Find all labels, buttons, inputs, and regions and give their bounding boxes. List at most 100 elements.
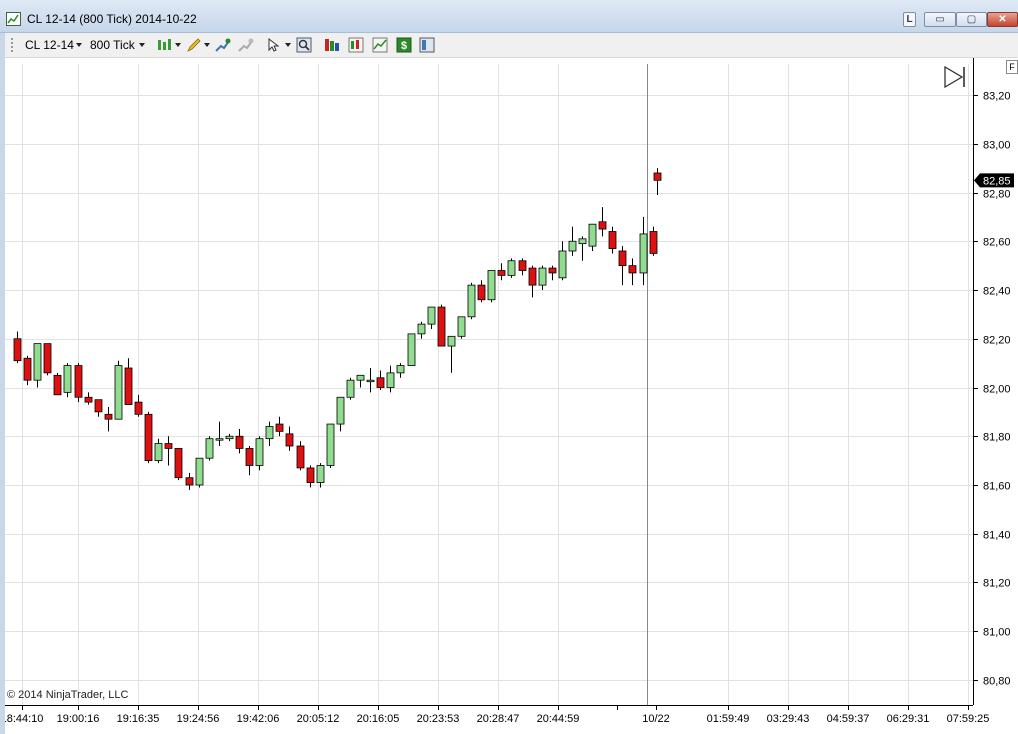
candle-body	[74, 365, 83, 398]
toolbar-grip-icon	[11, 38, 13, 52]
candle-body	[33, 343, 42, 381]
candle	[195, 457, 204, 488]
order-icon[interactable]: $	[396, 37, 412, 53]
x-tick-label: 01:59:49	[707, 713, 750, 725]
candle-body	[437, 306, 446, 347]
candle	[518, 258, 527, 276]
candle	[487, 270, 496, 303]
candle	[628, 258, 637, 286]
candlestick-style-icon[interactable]	[157, 37, 173, 53]
candle	[255, 436, 264, 471]
candle	[618, 246, 627, 286]
cursor-icon[interactable]	[266, 37, 282, 53]
remove-indicator-icon[interactable]	[238, 37, 254, 53]
x-tick-label: 06:29:31	[887, 713, 930, 725]
strategies-icon[interactable]	[324, 37, 340, 53]
add-indicator-icon[interactable]	[215, 37, 231, 53]
candle	[477, 280, 486, 303]
data-box-icon[interactable]	[372, 37, 388, 53]
y-tick-label: 81,60	[983, 481, 1011, 493]
candle-body	[164, 443, 173, 449]
candle-body	[618, 250, 627, 267]
candle	[265, 421, 274, 446]
close-button[interactable]: ✕	[987, 12, 1018, 27]
candle-body	[285, 433, 294, 447]
candle-body	[185, 477, 194, 486]
chart-properties-icon[interactable]	[348, 37, 364, 53]
chart-toolbar: CL 12-14 800 Tick $	[0, 33, 1018, 58]
candle	[104, 407, 113, 432]
candle	[174, 448, 183, 481]
x-tick-label: 10/22	[642, 713, 670, 725]
candle-body	[457, 316, 466, 337]
candle-body	[326, 423, 335, 466]
candle	[33, 343, 42, 388]
instrument-dropdown-icon[interactable]	[76, 43, 82, 47]
drawing-dropdown-icon[interactable]	[204, 43, 210, 47]
candle	[568, 226, 577, 256]
candle-body	[568, 240, 577, 252]
candle-body	[598, 221, 607, 230]
candle-body	[225, 435, 234, 440]
candle	[457, 316, 466, 339]
window-title: CL 12-14 (800 Tick) 2014-10-22	[27, 12, 197, 26]
side-panel-tab[interactable]: F	[1006, 60, 1018, 74]
x-tick-label: 18:44:10	[1, 713, 44, 725]
candlestick-series	[13, 168, 662, 490]
candle	[296, 441, 305, 471]
pencil-drawing-icon[interactable]	[186, 37, 202, 53]
x-tick-label: 20:16:05	[357, 713, 400, 725]
candle-body	[653, 172, 662, 181]
zoom-icon[interactable]	[296, 37, 312, 53]
candle-body	[154, 443, 163, 462]
candle-body	[23, 357, 32, 381]
candle-body	[63, 365, 72, 393]
candle-body	[265, 426, 274, 440]
price-chart[interactable]: 83,20 83,00 82,80 82,60 82,40 82,20 82,00 81,80…	[0, 58, 1018, 734]
candle	[326, 423, 335, 468]
minimize-button[interactable]: ▭	[924, 12, 956, 27]
cursor-dropdown-icon[interactable]	[285, 43, 291, 47]
chart-grid	[5, 64, 973, 705]
panel-icon[interactable]	[419, 37, 435, 53]
candle-body	[245, 448, 254, 466]
interval-dropdown-icon[interactable]	[139, 43, 145, 47]
candle-body	[608, 231, 617, 249]
candle-body	[376, 377, 385, 388]
chart-app-icon	[6, 12, 21, 26]
y-tick-label: 82,40	[983, 286, 1011, 298]
candle	[598, 207, 607, 237]
maximize-button[interactable]: ▢	[956, 12, 987, 27]
candle	[467, 282, 476, 320]
y-tick-label: 83,20	[983, 91, 1011, 103]
y-tick-label: 81,80	[983, 432, 1011, 444]
candle	[427, 306, 436, 329]
candle-body	[548, 267, 557, 274]
candle-body	[487, 270, 496, 301]
x-tick-label: 19:24:56	[177, 713, 220, 725]
candle	[653, 168, 662, 195]
scroll-to-end-icon[interactable]	[944, 65, 965, 89]
link-button[interactable]: L	[903, 12, 916, 27]
candle-body	[538, 267, 547, 286]
title-bar[interactable]: CL 12-14 (800 Tick) 2014-10-22 L ▭ ▢ ✕	[0, 0, 1018, 33]
interval-selector[interactable]: 800 Tick	[90, 38, 135, 52]
instrument-selector[interactable]: CL 12-14	[25, 38, 74, 52]
candle-body	[497, 270, 506, 276]
candle-body	[296, 445, 305, 469]
y-tick-label: 81,20	[983, 578, 1011, 590]
candle-body	[235, 435, 244, 449]
candle-body	[275, 423, 284, 432]
candle-body	[255, 438, 264, 466]
style-dropdown-icon[interactable]	[175, 43, 181, 47]
candle	[578, 236, 587, 261]
y-tick-label: 82,80	[983, 189, 1011, 201]
candle	[215, 421, 224, 446]
candle-body	[386, 372, 395, 388]
candle	[356, 374, 365, 388]
candle-body	[356, 374, 365, 381]
candle-body	[205, 438, 214, 459]
x-tick-label: 07:59:25	[947, 713, 990, 725]
x-tick-label: 19:00:16	[57, 713, 100, 725]
candle-body	[628, 265, 637, 274]
